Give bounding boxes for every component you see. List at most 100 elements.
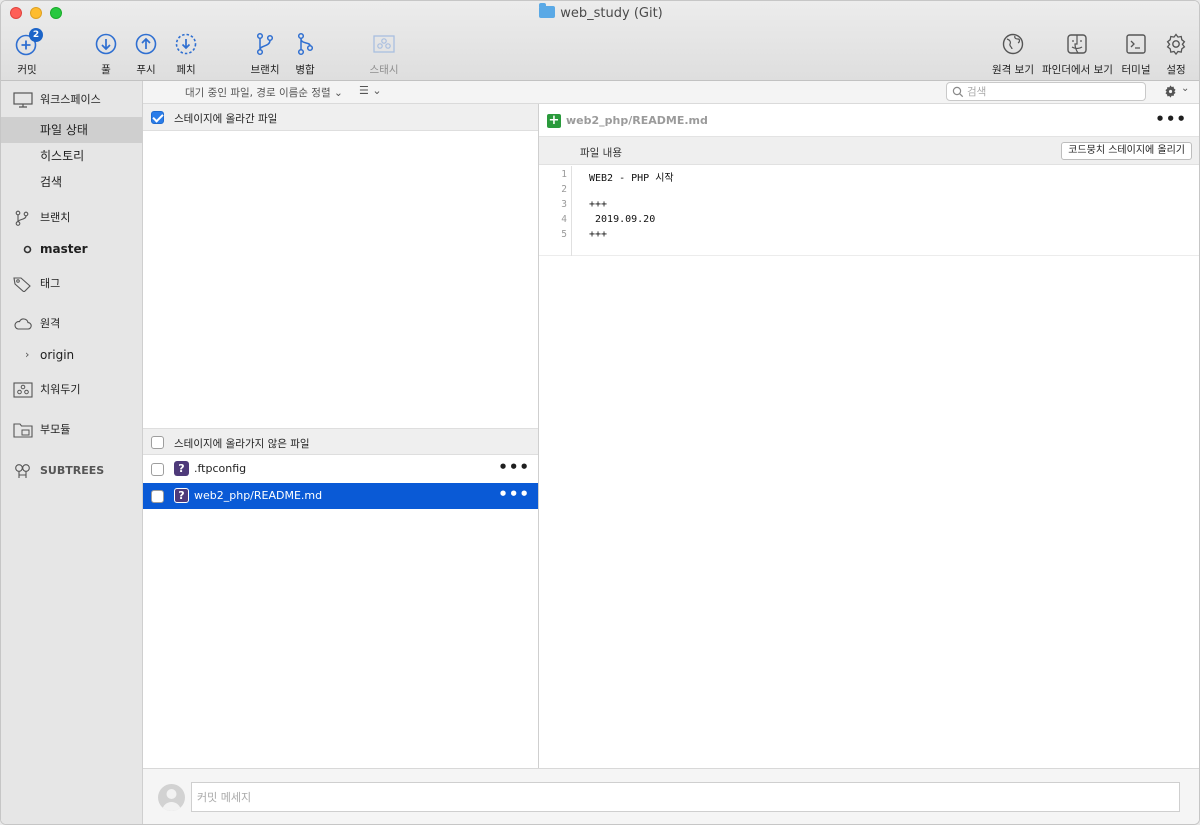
cloud-icon [14,318,32,330]
stash-icon [13,382,33,398]
chevron-right-icon[interactable]: › [25,342,29,368]
more-options-icon[interactable]: ••• [1155,110,1187,128]
gear-icon [1166,33,1186,56]
sidebar-item-remote-origin[interactable]: › origin [1,342,142,368]
file-list-pane: 스테이지에 올라간 파일 스테이지에 올라가지 않은 파일 ? .ftpconf… [143,104,539,768]
line-number: 1 [561,169,567,180]
merge-icon [297,32,314,56]
hunk-title: 파일 내용 [580,147,622,159]
diff-pane: + web2_php/README.md ••• 파일 내용 코드뭉치 스테이지… [539,104,1199,768]
monitor-icon [13,92,33,108]
submodule-icon [13,423,33,438]
gear-icon [1165,85,1176,98]
fetch-button[interactable]: 페치 [161,31,211,77]
sidebar-label: 워크스페이스 [40,93,101,106]
code-line: 2019.09.20 [589,214,656,225]
merge-label: 병합 [295,64,315,76]
file-checkbox[interactable] [151,490,164,503]
fetch-icon [175,33,197,55]
line-number: 5 [561,229,567,240]
subtree-icon [15,464,30,478]
sidebar-label: master [40,242,88,256]
line-number: 4 [561,214,567,225]
code-line: +++ [589,199,608,210]
sidebar-item-history[interactable]: 히스토리 [1,143,142,169]
toolbar: web_study (Git) 2 커밋 풀 푸시 페치 브랜치 병합 스태시 … [1,1,1199,81]
sidebar-item-search[interactable]: 검색 [1,169,142,195]
user-icon [161,789,182,811]
sidebar-label: 치워두기 [40,383,81,396]
sidebar-label: 원격 [40,317,61,330]
sidebar-item-file-status[interactable]: 파일 상태 [1,117,142,143]
more-options-icon[interactable]: ••• [498,458,530,476]
sidebar-item-branch-master[interactable]: master [1,236,142,262]
diff-header: + web2_php/README.md ••• [539,104,1199,137]
file-row[interactable]: ? .ftpconfig ••• [143,456,538,482]
more-options-icon[interactable]: ••• [498,485,530,503]
remote-view-button[interactable]: 원격 보기 [988,31,1038,77]
unstaged-select-all-checkbox[interactable] [151,436,164,449]
file-row[interactable]: ? web2_php/README.md ••• [143,483,538,509]
untracked-status-icon: ? [174,461,189,476]
sidebar-label: 파일 상태 [40,123,88,137]
folder-icon [539,3,556,18]
globe-icon [1002,33,1024,55]
sidebar-label: 검색 [40,175,63,189]
untracked-status-icon: ? [174,488,189,503]
options-menu-button[interactable]: ⌄ [1163,83,1193,101]
sort-dropdown[interactable]: 대기 중인 파일, 경로 이름순 정렬 ⌄ [185,85,343,100]
tag-icon [13,277,31,292]
search-box[interactable] [946,82,1146,101]
search-input[interactable] [967,84,1137,99]
unstaged-files-header[interactable]: 스테이지에 올라가지 않은 파일 [143,428,538,455]
sidebar-submodules-header[interactable]: 부모듈 [1,417,142,443]
fetch-label: 페치 [176,64,196,76]
remote-view-label: 원격 보기 [992,64,1034,76]
sidebar-label: origin [40,348,75,362]
stash-button[interactable]: 스태시 [359,31,409,77]
added-file-icon: + [547,113,561,128]
code-line: WEB2 - PHP 시작 [589,173,674,184]
staged-files-list [143,131,538,428]
gutter-divider [571,166,572,256]
sidebar-stashes-header[interactable]: 치워두기 [1,377,142,403]
merge-button[interactable]: 병합 [280,31,330,77]
code-line: +++ [589,229,608,240]
sidebar-label: 태그 [40,277,61,290]
view-mode-dropdown[interactable]: ☰ ⌄ [359,84,382,97]
settings-label: 설정 [1166,64,1186,76]
line-number: 2 [561,184,567,195]
stage-hunk-button[interactable]: 코드뭉치 스테이지에 올리기 [1061,142,1192,160]
stash-label: 스태시 [369,64,399,76]
terminal-icon [1126,34,1146,54]
branch-icon [256,32,274,56]
sidebar-remotes-header[interactable]: 원격 [1,311,142,337]
finder-icon [1067,34,1087,54]
staged-select-all-checkbox[interactable] [151,111,164,124]
unstaged-files-title: 스테이지에 올라가지 않은 파일 [174,438,310,450]
finder-label: 파인더에서 보기 [1042,64,1113,76]
sidebar-label: 히스토리 [40,149,85,163]
diff-file-path: web2_php/README.md [566,114,708,127]
file-checkbox[interactable] [151,463,164,476]
push-icon [135,33,157,55]
avatar [158,784,185,811]
staged-files-title: 스테이지에 올라간 파일 [174,113,278,125]
settings-button[interactable]: 설정 [1151,31,1199,77]
show-in-finder-button[interactable]: 파인더에서 보기 [1042,31,1113,77]
sidebar-label: 브랜치 [40,211,71,224]
commit-button[interactable]: 2 커밋 [2,28,52,77]
staged-files-header[interactable]: 스테이지에 올라간 파일 [143,104,538,131]
sidebar-workspace-header[interactable]: 워크스페이스 [1,87,142,113]
sidebar-branches-header[interactable]: 브랜치 [1,205,142,231]
commit-message-input[interactable] [191,782,1180,812]
sidebar-subtrees-header[interactable]: SUBTREES [1,458,142,484]
commit-bar [143,768,1199,824]
sidebar-label: 부모듈 [40,423,71,436]
stash-icon [373,35,395,53]
file-name: .ftpconfig [194,462,247,475]
sidebar: 워크스페이스 파일 상태 히스토리 검색 브랜치 master 태그 원격 › … [1,81,143,824]
commit-count-badge: 2 [29,28,43,42]
sidebar-tags-header[interactable]: 태그 [1,271,142,297]
hunk-header: 파일 내용 코드뭉치 스테이지에 올리기 [539,137,1199,165]
